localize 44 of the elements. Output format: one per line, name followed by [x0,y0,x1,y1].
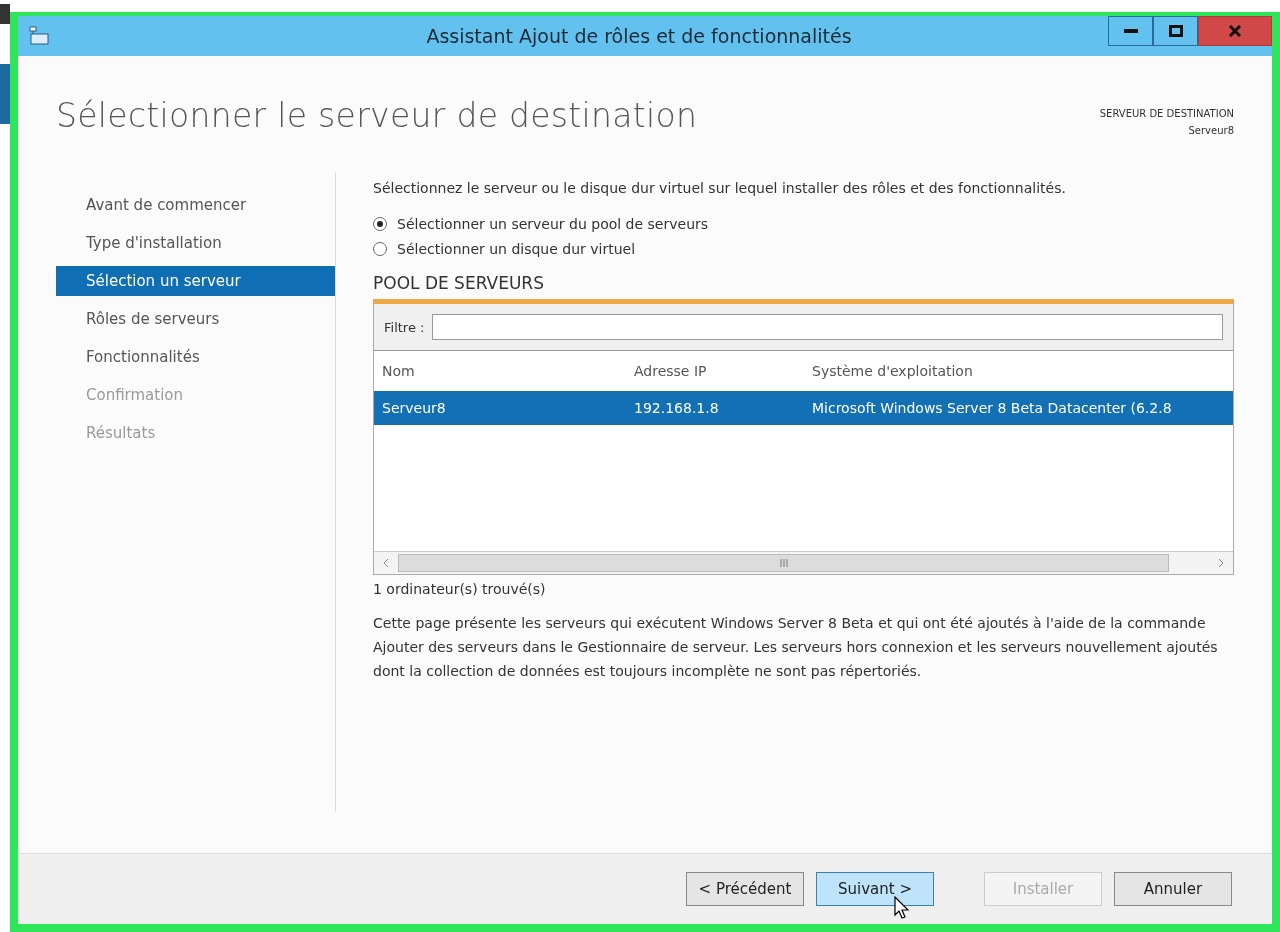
wizard-step: Résultats [56,418,335,448]
wizard-button[interactable]: Annuler [1114,872,1232,906]
filter-field[interactable] [432,314,1223,340]
maximize-icon [1168,25,1183,37]
scroll-right-icon[interactable] [1217,558,1225,568]
wizard-step[interactable]: Avant de commencer [56,190,335,220]
column-header[interactable]: Nom [374,361,622,381]
scroll-left-icon[interactable] [382,558,390,568]
page-title: Sélectionner le serveur de destination [56,96,698,136]
wizard-step[interactable]: Rôles de serveurs [56,304,335,334]
destination-label: SERVEUR DE DESTINATION [1099,108,1234,119]
wizard-step[interactable]: Type d'installation [56,228,335,258]
radio-button[interactable] [373,242,387,256]
destination-server: Serveur8 [1188,125,1234,136]
close-icon [1228,25,1242,37]
table-cell-text: Microsoft Windows Server 8 Beta Datacenter (6.2.8 [811,399,1173,418]
wizard-step: Confirmation [56,380,335,410]
instruction-text: Sélectionnez le serveur ou le disque dur virtuel sur lequel installer des rôles et des fonctionnalités. [373,180,1067,196]
wizard-button[interactable]: Suivant > [816,872,934,906]
mouse-cursor-icon [894,896,910,920]
column-header[interactable]: Adresse IP [622,361,804,381]
radio-label[interactable]: Sélectionner un disque dur virtuel [397,241,636,257]
grip-icon [779,559,788,567]
radio-button[interactable] [373,217,387,231]
filter-label: Filtre : [384,319,425,335]
minimize-button[interactable] [1108,16,1153,46]
table-cell-text: Serveur8 [381,399,447,418]
result-count: 1 ordinateur(s) trouvé(s) [373,581,547,597]
horizontal-scrollbar[interactable] [374,551,1233,574]
scrollbar-thumb[interactable] [398,554,1169,572]
maximize-button[interactable] [1153,16,1198,46]
minimize-icon [1123,29,1138,33]
server-manager-icon [28,25,50,47]
table-cell-text: 192.168.1.8 [633,399,720,418]
section-heading: POOL DE SERVEURS [373,273,545,293]
info-paragraph: Cette page présente les serveurs qui exécutent Windows Server 8 Beta et qui ont été ajoutés à l'aide de la commande Ajouter des serveurs dans le Gestionnaire de serveur. Les serveurs hors connexion et les serveurs nouvellement ajoutés dont la collection de données est toujours incomplète ne sont pas répertoriés. [373,614,1219,681]
wizard-button[interactable]: < Précédent [686,872,804,906]
table-row[interactable]: Serveur8 192.168.1.8 Microsoft Windows Server 8 Beta Datacenter (6.2.8 [374,391,1233,425]
wizard-step[interactable]: Fonctionnalités [56,342,335,372]
wizard-step[interactable]: Sélection un serveur [56,266,335,296]
radio-label[interactable]: Sélectionner un serveur du pool de serveurs [397,216,709,232]
column-header[interactable]: Système d'exploitation [804,361,1233,381]
window-title: Assistant Ajout de rôles et de fonctionnalités [425,25,853,47]
close-button[interactable] [1198,16,1272,46]
